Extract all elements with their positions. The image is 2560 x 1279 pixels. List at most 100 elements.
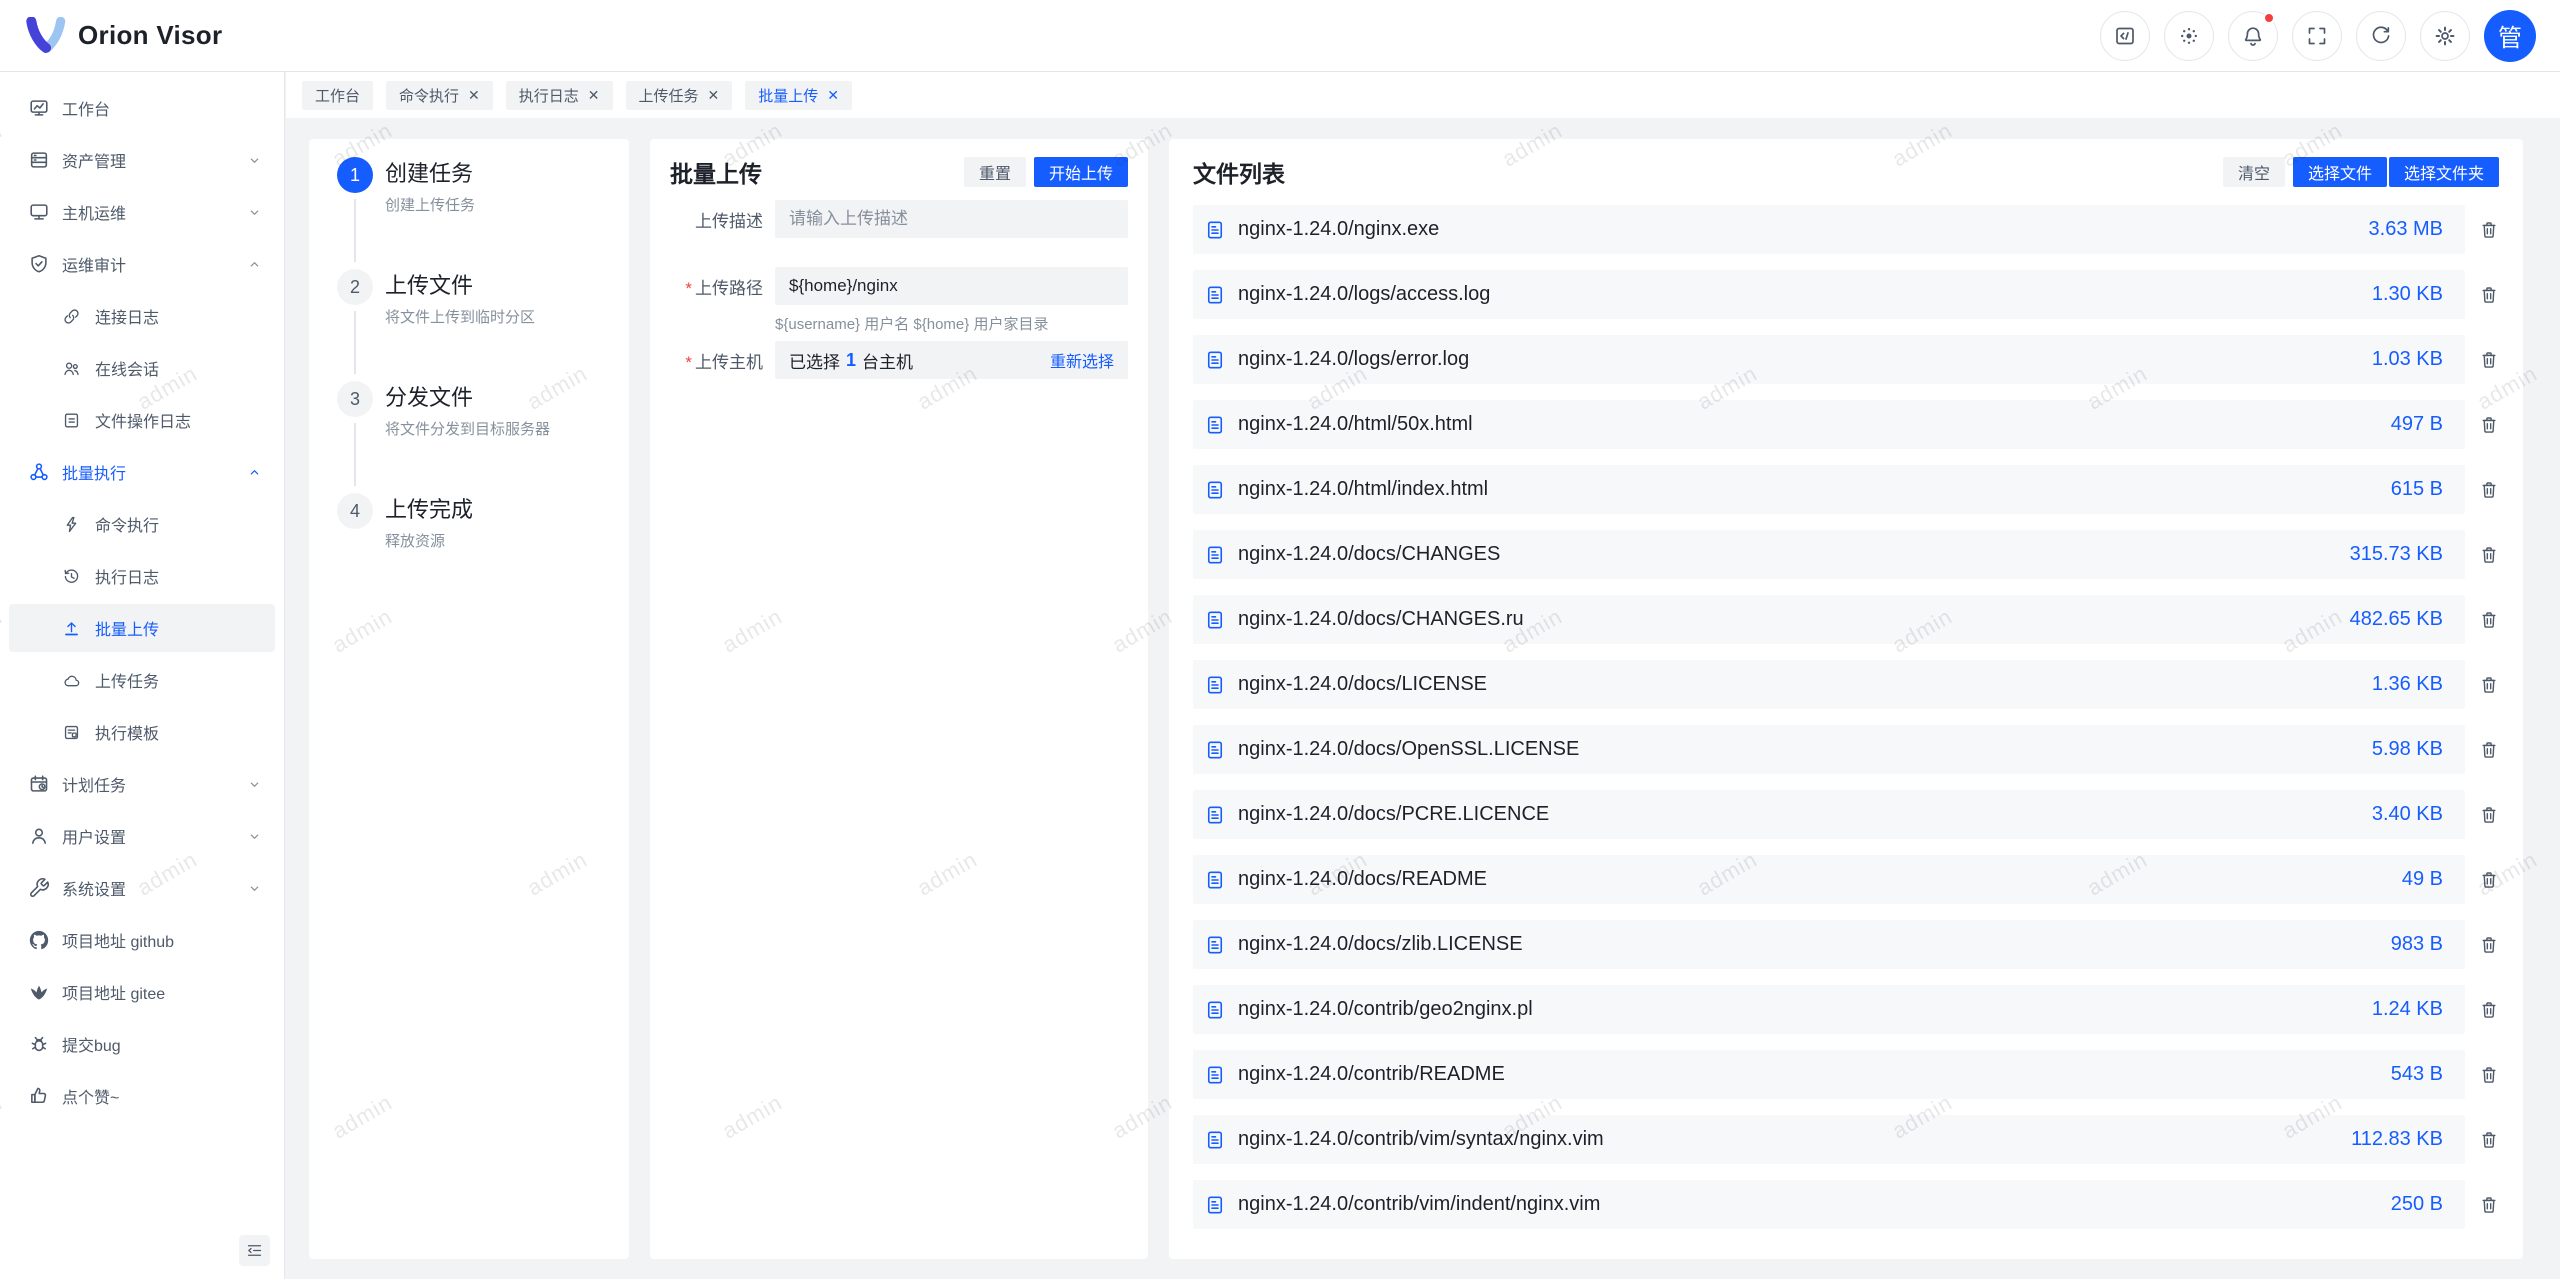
github-icon — [28, 929, 50, 951]
sidebar-item-file-log[interactable]: 文件操作日志 — [9, 396, 275, 444]
tab-close-icon[interactable]: ✕ — [468, 88, 480, 102]
delete-file-button[interactable] — [2479, 609, 2499, 631]
upload-desc-input[interactable] — [775, 200, 1128, 238]
file-name: nginx-1.24.0/contrib/vim/indent/nginx.vi… — [1238, 1193, 2371, 1216]
sidebar-item-dashboard[interactable]: 工作台 — [9, 84, 275, 132]
file-row-body: nginx-1.24.0/logs/error.log1.03 KB — [1193, 335, 2465, 384]
select-folder-button[interactable]: 选择文件夹 — [2389, 157, 2499, 187]
delete-file-button[interactable] — [2479, 414, 2499, 436]
step-title: 创建任务 — [385, 161, 475, 187]
file-size: 250 B — [2391, 1193, 2443, 1216]
selected-hosts-count: 1 — [846, 350, 856, 371]
selected-hosts-field[interactable]: 已选择 1 台主机 重新选择 — [775, 341, 1128, 379]
notifications-button[interactable] — [2228, 11, 2278, 61]
tab-close-icon[interactable]: ✕ — [708, 88, 720, 102]
select-file-button[interactable]: 选择文件 — [2293, 157, 2387, 187]
upload-task-icon — [62, 671, 81, 690]
clear-files-button[interactable]: 清空 — [2223, 157, 2285, 187]
step-title: 上传完成 — [385, 497, 473, 523]
delete-file-button[interactable] — [2479, 1129, 2499, 1151]
sidebar-item-exec-log[interactable]: 执行日志 — [9, 552, 275, 600]
file-row: nginx-1.24.0/docs/CHANGES.ru482.65 KB — [1193, 595, 2499, 644]
sidebar-item-command[interactable]: 命令执行 — [9, 500, 275, 548]
sidebar-collapse-button[interactable] — [239, 1235, 270, 1266]
theme-button[interactable] — [2164, 11, 2214, 61]
reselect-hosts-link[interactable]: 重新选择 — [1050, 348, 1114, 372]
start-upload-button[interactable]: 开始上传 — [1034, 157, 1128, 187]
delete-file-button[interactable] — [2479, 869, 2499, 891]
sidebar-item-label: 点个赞~ — [62, 1084, 263, 1108]
sidebar-item-assets[interactable]: 资产管理 — [9, 136, 275, 184]
file-size: 543 B — [2391, 1063, 2443, 1086]
sidebar-item-bug[interactable]: 提交bug — [9, 1020, 275, 1068]
tab-chip[interactable]: 上传任务✕ — [626, 81, 733, 110]
sidebar-item-sessions[interactable]: 在线会话 — [9, 344, 275, 392]
settings-button[interactable] — [2420, 11, 2470, 61]
sidebar-item-upload-task[interactable]: 上传任务 — [9, 656, 275, 704]
sidebar-item-audit[interactable]: 运维审计 — [9, 240, 275, 288]
delete-file-button[interactable] — [2479, 544, 2499, 566]
app-title: Orion Visor — [78, 20, 222, 51]
user-avatar[interactable]: 管 — [2484, 10, 2536, 62]
link-icon — [62, 307, 81, 326]
chevron-down-icon — [246, 776, 263, 793]
delete-file-button[interactable] — [2479, 349, 2499, 371]
file-rows: nginx-1.24.0/nginx.exe3.63 MBnginx-1.24.… — [1193, 205, 2499, 1241]
tab-close-icon[interactable]: ✕ — [588, 88, 600, 102]
top-header: Orion Visor 管 — [0, 0, 2560, 72]
tab-chip[interactable]: 工作台 — [302, 81, 373, 110]
delete-file-button[interactable] — [2479, 934, 2499, 956]
delete-file-button[interactable] — [2479, 479, 2499, 501]
sidebar-item-link[interactable]: 连接日志 — [9, 292, 275, 340]
refresh-button[interactable] — [2356, 11, 2406, 61]
delete-file-button[interactable] — [2479, 219, 2499, 241]
file-doc-icon — [1205, 1063, 1225, 1087]
sidebar-menu: 工作台资产管理主机运维运维审计连接日志在线会话文件操作日志批量执行命令执行执行日… — [0, 84, 284, 1120]
reset-button[interactable]: 重置 — [964, 157, 1026, 187]
file-row-body: nginx-1.24.0/contrib/README543 B — [1193, 1050, 2465, 1099]
sidebar-item-template[interactable]: 执行模板 — [9, 708, 275, 756]
file-row-body: nginx-1.24.0/docs/CHANGES.ru482.65 KB — [1193, 595, 2465, 644]
tab-close-icon[interactable]: ✕ — [827, 88, 839, 102]
tab-chip[interactable]: 执行日志✕ — [506, 81, 613, 110]
file-size: 3.40 KB — [2372, 803, 2443, 826]
delete-file-button[interactable] — [2479, 1194, 2499, 1216]
chevron-up-icon — [246, 256, 263, 273]
sidebar-item-host[interactable]: 主机运维 — [9, 188, 275, 236]
file-row: nginx-1.24.0/html/index.html615 B — [1193, 465, 2499, 514]
main-content: 1创建任务创建上传任务2上传文件将文件上传到临时分区3分发文件将文件分发到目标服… — [286, 118, 2560, 1279]
sidebar-item-system[interactable]: 系统设置 — [9, 864, 275, 912]
chevron-up-icon — [246, 464, 263, 481]
delete-file-button[interactable] — [2479, 674, 2499, 696]
sidebar-item-label: 执行日志 — [95, 564, 263, 588]
sidebar-item-user[interactable]: 用户设置 — [9, 812, 275, 860]
file-size: 1.24 KB — [2372, 998, 2443, 1021]
gitee-icon — [28, 981, 50, 1003]
fullscreen-button[interactable] — [2292, 11, 2342, 61]
sidebar-item-label: 连接日志 — [95, 304, 263, 328]
steps-panel: 1创建任务创建上传任务2上传文件将文件上传到临时分区3分发文件将文件分发到目标服… — [309, 139, 629, 1259]
step-title: 上传文件 — [385, 273, 535, 299]
sidebar-item-label: 批量上传 — [95, 616, 263, 640]
delete-file-button[interactable] — [2479, 284, 2499, 306]
file-row: nginx-1.24.0/docs/README49 B — [1193, 855, 2499, 904]
sidebar-item-github[interactable]: 项目地址 github — [9, 916, 275, 964]
sidebar-item-like[interactable]: 点个赞~ — [9, 1072, 275, 1120]
delete-file-button[interactable] — [2479, 1064, 2499, 1086]
delete-file-button[interactable] — [2479, 804, 2499, 826]
upload-form-title: 批量上传 — [670, 155, 762, 189]
delete-file-button[interactable] — [2479, 739, 2499, 761]
sidebar-item-gitee[interactable]: 项目地址 gitee — [9, 968, 275, 1016]
tab-chip[interactable]: 命令执行✕ — [386, 81, 493, 110]
dashboard-icon — [28, 97, 50, 119]
sidebar-item-schedule[interactable]: 计划任务 — [9, 760, 275, 808]
tab-chip[interactable]: 批量上传✕ — [745, 81, 852, 110]
sidebar-item-upload[interactable]: 批量上传 — [9, 604, 275, 652]
delete-file-button[interactable] — [2479, 999, 2499, 1021]
ide-button[interactable] — [2100, 11, 2150, 61]
sidebar-item-batch-exec[interactable]: 批量执行 — [9, 448, 275, 496]
step-texts: 分发文件将文件分发到目标服务器 — [385, 381, 550, 493]
upload-path-input[interactable] — [775, 267, 1128, 305]
schedule-icon — [28, 773, 50, 795]
file-size: 315.73 KB — [2350, 543, 2443, 566]
